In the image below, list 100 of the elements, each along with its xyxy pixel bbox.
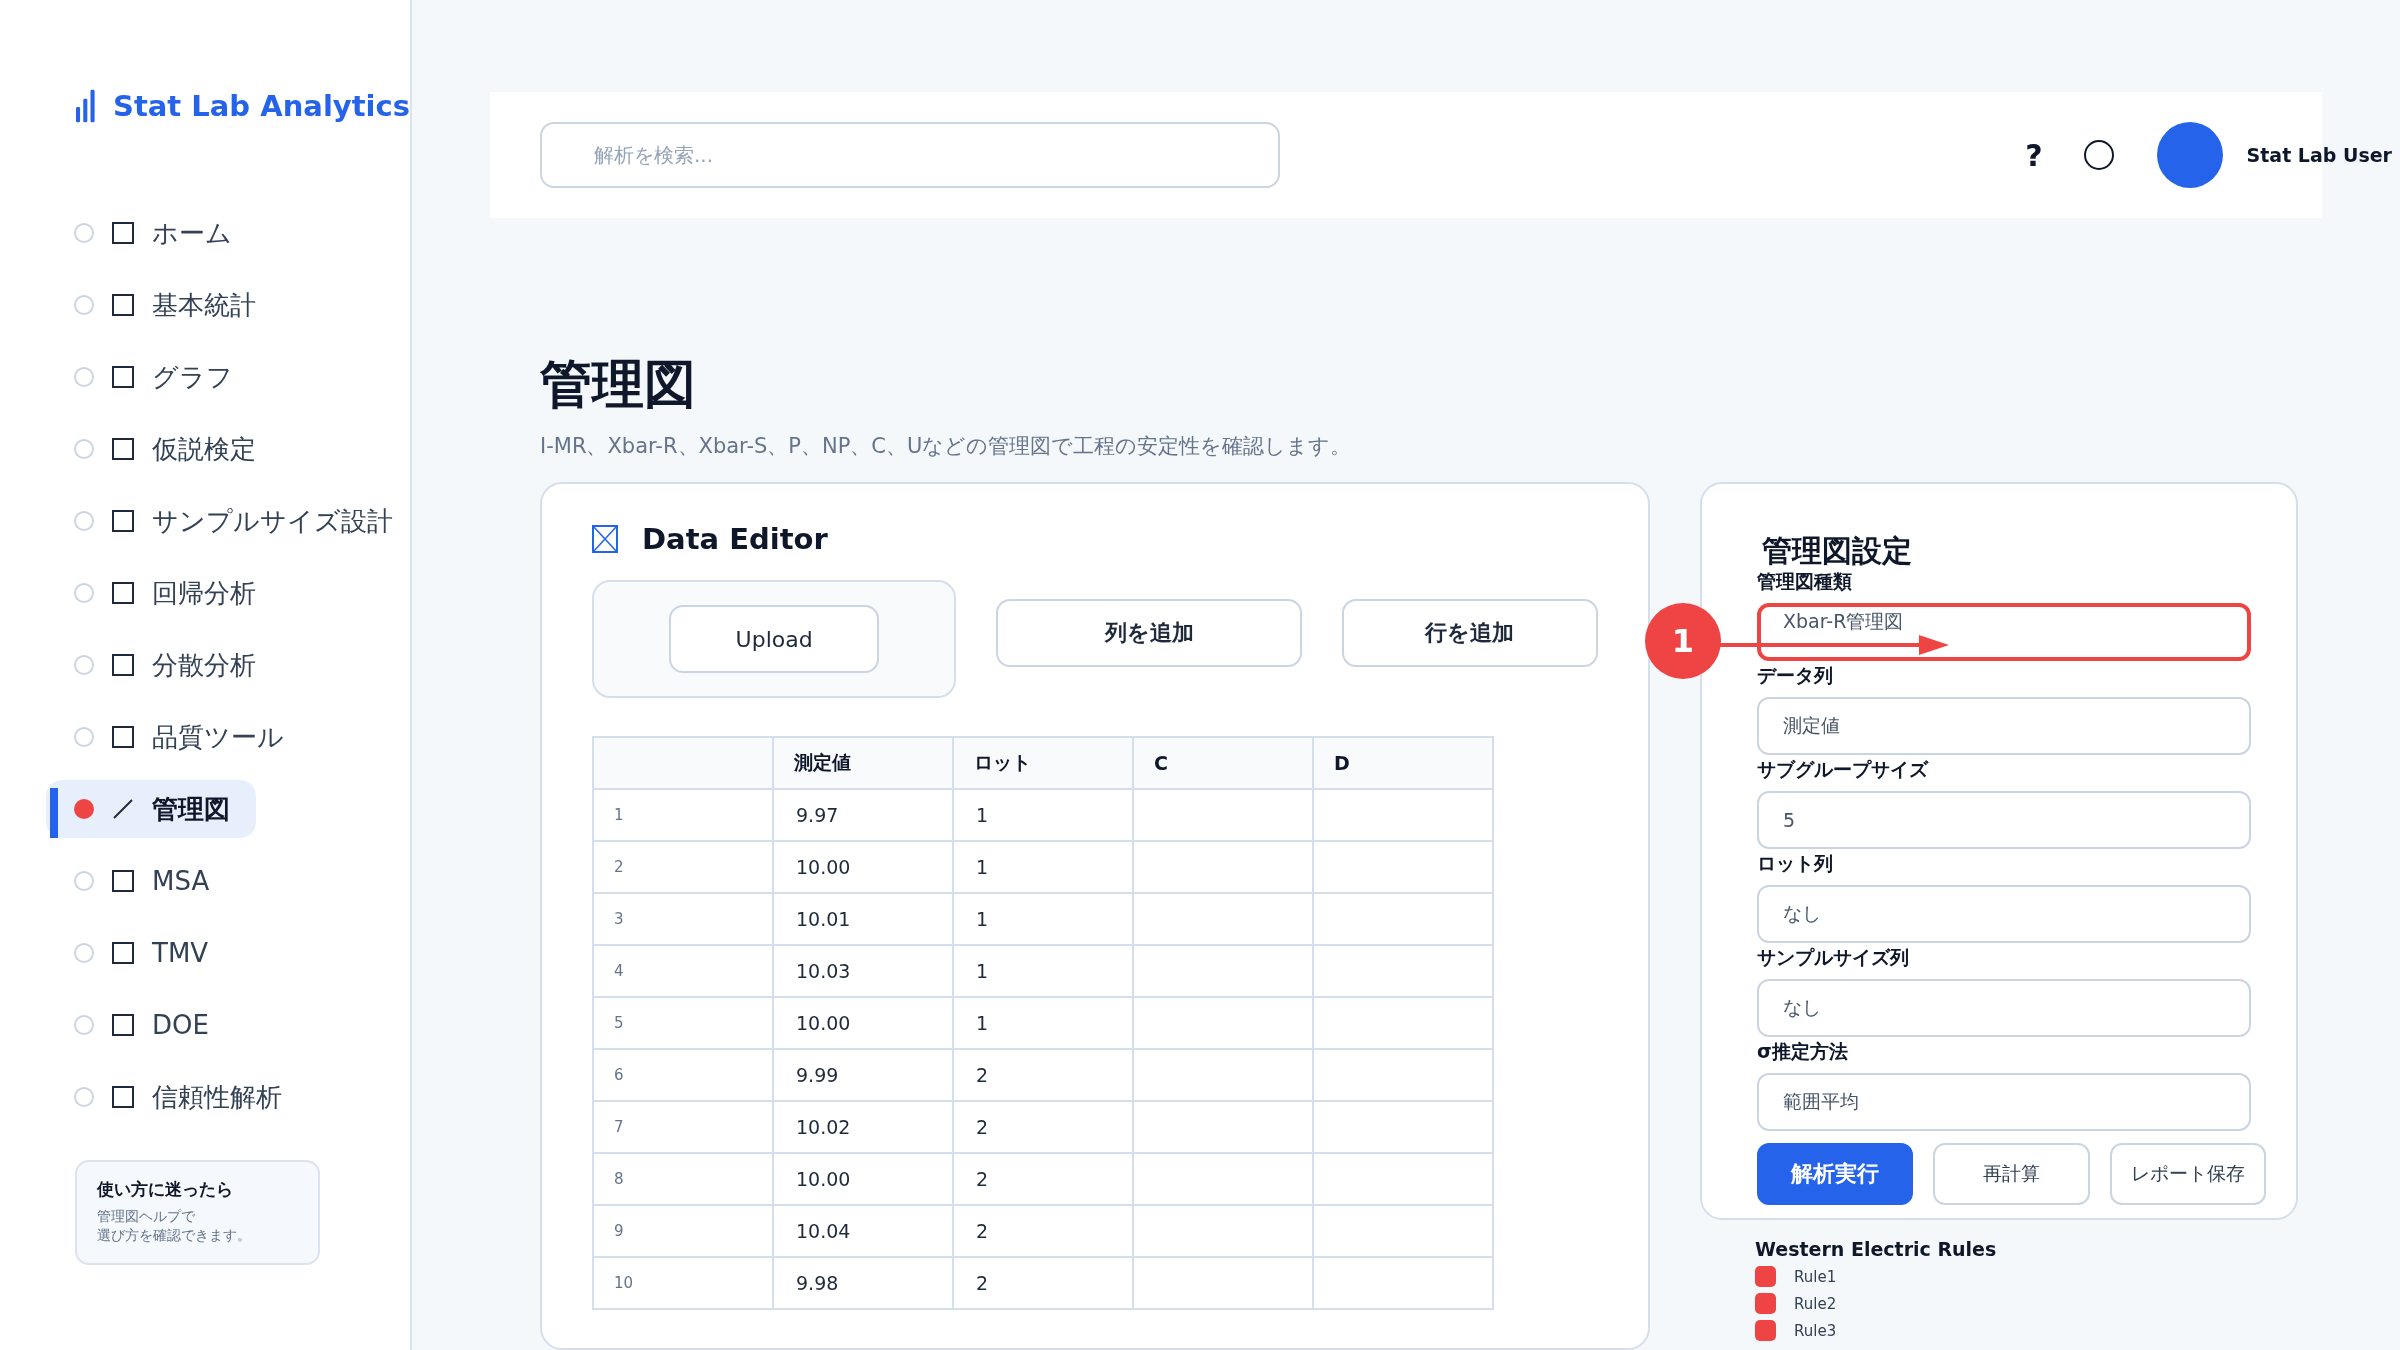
select-field[interactable]: 5 — [1757, 791, 2251, 849]
nav-item[interactable]: MSA — [46, 852, 236, 910]
square-icon — [112, 294, 134, 316]
nav-item[interactable]: 品質ツール — [46, 708, 310, 766]
table-cell: 2 — [954, 1102, 1134, 1154]
row-number: 3 — [594, 894, 774, 946]
active-indicator — [50, 788, 58, 838]
select-field[interactable]: Xbar-R管理図 — [1757, 603, 2251, 661]
square-icon — [112, 654, 134, 676]
row-number: 8 — [594, 1154, 774, 1206]
field-label: 管理図種類 — [1757, 569, 1853, 594]
row-number: 10 — [594, 1258, 774, 1310]
search-field[interactable]: 解析を検索... — [540, 122, 1280, 188]
table-cell: 10.01 — [774, 894, 954, 946]
column-header: D — [1314, 736, 1494, 790]
table-cell: 9.97 — [774, 790, 954, 842]
select-field[interactable]: 測定値 — [1757, 697, 2251, 755]
rule-label: Rule2 — [1794, 1294, 1837, 1313]
nav-item[interactable]: サンプルサイズ設計 — [46, 492, 419, 550]
add-button[interactable]: 列を追加 — [996, 599, 1302, 667]
row-number: 1 — [594, 790, 774, 842]
table-cell: 2 — [954, 1258, 1134, 1310]
status-dot — [74, 367, 94, 387]
select-field[interactable]: なし — [1757, 979, 2251, 1037]
table-cell: 2 — [954, 1050, 1134, 1102]
rule-checkbox[interactable] — [1755, 1266, 1776, 1287]
table-cell: 9.99 — [774, 1050, 954, 1102]
status-dot — [74, 583, 94, 603]
status-dot — [74, 799, 94, 819]
table-cell: 10.00 — [774, 1154, 954, 1206]
status-dot — [74, 223, 94, 243]
square-icon — [112, 1014, 134, 1036]
nav-item[interactable]: 管理図 — [46, 780, 256, 838]
help-title: 使い方に迷ったら — [97, 1178, 234, 1201]
row-number: 6 — [594, 1050, 774, 1102]
square-icon — [112, 510, 134, 532]
table-cell: 1 — [954, 894, 1134, 946]
status-dot — [74, 295, 94, 315]
run-button[interactable]: 解析実行 — [1757, 1143, 1914, 1205]
table-cell: 1 — [954, 946, 1134, 998]
column-header: ロット — [954, 736, 1134, 790]
nav-item[interactable]: ホーム — [46, 204, 258, 262]
nav-item[interactable]: DOE — [46, 996, 235, 1054]
table-cell: 1 — [954, 998, 1134, 1050]
step-badge: 1 — [1645, 603, 1721, 679]
rule-checkbox[interactable] — [1755, 1320, 1776, 1341]
square-icon — [112, 222, 134, 244]
crossed-box-icon — [592, 525, 618, 553]
add-button[interactable]: 行を追加 — [1341, 599, 1598, 667]
square-icon — [112, 726, 134, 748]
status-dot — [74, 943, 94, 963]
nav-item[interactable]: 回帰分析 — [46, 564, 282, 622]
rules-title: Western Electric Rules — [1755, 1238, 1998, 1260]
nav-item[interactable]: TMV — [46, 924, 235, 982]
row-number: 9 — [594, 1206, 774, 1258]
square-icon — [112, 366, 134, 388]
column-header: 測定値 — [774, 736, 954, 790]
upload-button[interactable]: Upload — [669, 605, 880, 673]
row-number: 5 — [594, 998, 774, 1050]
field-label: サンプルサイズ列 — [1757, 945, 1910, 970]
status-dot — [74, 655, 94, 675]
status-dot — [74, 871, 94, 891]
rule-checkbox[interactable] — [1755, 1293, 1776, 1314]
status-dot — [74, 511, 94, 531]
field-label: ロット列 — [1757, 851, 1834, 876]
table-cell: 2 — [954, 1206, 1134, 1258]
brand-name: Stat Lab Analytics — [113, 89, 410, 123]
status-dot — [74, 439, 94, 459]
action-button[interactable]: 再計算 — [1933, 1143, 2090, 1205]
panel-title: 管理図設定 — [1762, 534, 1913, 567]
nav-item[interactable]: 仮説検定 — [46, 420, 282, 478]
status-dot — [74, 727, 94, 747]
nav-item[interactable]: 基本統計 — [46, 276, 282, 334]
square-icon — [112, 582, 134, 604]
page-subtitle: I-MR、Xbar-R、Xbar-S、P、NP、C、Uなどの管理図で工程の安定性を確認します。 — [540, 433, 1353, 460]
table-cell: 1 — [954, 790, 1134, 842]
square-icon — [112, 438, 134, 460]
column-header: C — [1134, 736, 1314, 790]
row-number: 4 — [594, 946, 774, 998]
table-cell: 10.03 — [774, 946, 954, 998]
nav-item[interactable]: グラフ — [46, 348, 259, 406]
rule-label: Rule3 — [1794, 1321, 1837, 1340]
table-cell: 10.04 — [774, 1206, 954, 1258]
nav-item[interactable]: 信頼性解析 — [46, 1068, 308, 1126]
square-icon — [112, 870, 134, 892]
user-name: Stat Lab User — [2246, 144, 2392, 166]
field-label: データ列 — [1757, 663, 1834, 688]
nav-item[interactable]: 分散分析 — [46, 636, 282, 694]
select-field[interactable]: 範囲平均 — [1757, 1073, 2251, 1131]
square-icon — [112, 942, 134, 964]
diagonal-line-icon — [112, 798, 134, 820]
table-cell: 9.98 — [774, 1258, 954, 1310]
circle-icon[interactable] — [2082, 139, 2115, 171]
help-button[interactable]: ? — [2025, 137, 2043, 173]
action-button[interactable]: レポート保存 — [2109, 1143, 2266, 1205]
page-title: 管理図 — [540, 358, 697, 410]
row-number: 2 — [594, 842, 774, 894]
select-field[interactable]: なし — [1757, 885, 2251, 943]
status-dot — [74, 1087, 94, 1107]
field-label: サブグループサイズ — [1757, 757, 1930, 782]
